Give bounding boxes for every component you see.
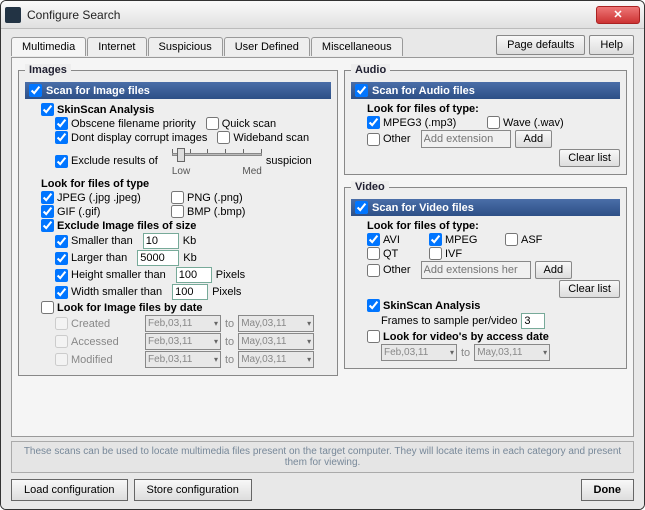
larger-input[interactable] xyxy=(137,250,179,266)
qt-checkbox[interactable] xyxy=(367,247,380,260)
scan-images-checkbox[interactable] xyxy=(29,84,42,97)
png-checkbox[interactable] xyxy=(171,191,184,204)
suspicion-slider[interactable] xyxy=(172,145,262,165)
help-button[interactable]: Help xyxy=(589,35,634,55)
button-row: Load configuration Store configuration D… xyxy=(11,479,634,501)
exclude-results-checkbox[interactable] xyxy=(55,155,68,168)
video-legend: Video xyxy=(351,181,389,193)
video-date-to[interactable]: May,03,11 xyxy=(474,344,550,361)
tab-suspicious[interactable]: Suspicious xyxy=(148,37,223,56)
look-type-label: Look for files of type xyxy=(41,178,331,190)
wave-checkbox[interactable] xyxy=(487,116,500,129)
width-checkbox[interactable] xyxy=(55,286,68,299)
video-by-date-checkbox[interactable] xyxy=(367,330,380,343)
video-skinscan-checkbox[interactable] xyxy=(367,299,380,312)
smaller-input[interactable] xyxy=(143,233,179,249)
frames-input[interactable] xyxy=(521,313,545,329)
tab-row: Multimedia Internet Suspicious User Defi… xyxy=(11,35,634,55)
load-config-button[interactable]: Load configuration xyxy=(11,479,128,501)
quick-checkbox[interactable] xyxy=(206,117,219,130)
titlebar: Configure Search ✕ xyxy=(1,1,644,29)
images-group: Images Scan for Image files SkinScan Ana… xyxy=(18,64,338,376)
audio-other-checkbox[interactable] xyxy=(367,133,380,146)
audio-ext-input[interactable] xyxy=(421,130,511,148)
images-legend: Images xyxy=(25,64,71,76)
video-other-checkbox[interactable] xyxy=(367,264,380,277)
created-checkbox[interactable] xyxy=(55,317,68,330)
created-to[interactable]: May,03,11 xyxy=(238,315,314,332)
audio-legend: Audio xyxy=(351,64,390,76)
video-clear-button[interactable]: Clear list xyxy=(559,280,620,298)
footer-note: These scans can be used to locate multim… xyxy=(11,441,634,473)
window-title: Configure Search xyxy=(27,8,596,22)
tab-user-defined[interactable]: User Defined xyxy=(224,37,310,56)
video-date-from[interactable]: Feb,03,11 xyxy=(381,344,457,361)
done-button[interactable]: Done xyxy=(581,479,635,501)
gif-checkbox[interactable] xyxy=(41,205,54,218)
jpeg-checkbox[interactable] xyxy=(41,191,54,204)
obscene-checkbox[interactable] xyxy=(55,117,68,130)
asf-checkbox[interactable] xyxy=(505,233,518,246)
audio-clear-button[interactable]: Clear list xyxy=(559,149,620,167)
app-icon xyxy=(5,7,21,23)
video-group: Video Scan for Video files Look for file… xyxy=(344,181,627,369)
scan-images-bar: Scan for Image files xyxy=(25,82,331,99)
audio-add-button[interactable]: Add xyxy=(515,130,553,148)
tab-multimedia[interactable]: Multimedia xyxy=(11,37,86,56)
window: Configure Search ✕ Multimedia Internet S… xyxy=(0,0,645,510)
smaller-checkbox[interactable] xyxy=(55,235,68,248)
wideband-checkbox[interactable] xyxy=(217,131,230,144)
modified-checkbox[interactable] xyxy=(55,353,68,366)
accessed-to[interactable]: May,03,11 xyxy=(238,333,314,350)
exclude-size-checkbox[interactable] xyxy=(41,219,54,232)
corrupt-checkbox[interactable] xyxy=(55,131,68,144)
video-ext-input[interactable] xyxy=(421,261,531,279)
mpeg-checkbox[interactable] xyxy=(429,233,442,246)
skinscan-label: SkinScan Analysis xyxy=(57,104,154,116)
width-input[interactable] xyxy=(172,284,208,300)
audio-group: Audio Scan for Audio files Look for file… xyxy=(344,64,627,175)
tab-internet[interactable]: Internet xyxy=(87,37,146,56)
scan-images-label: Scan for Image files xyxy=(46,85,150,97)
scan-audio-checkbox[interactable] xyxy=(355,84,368,97)
ivf-checkbox[interactable] xyxy=(429,247,442,260)
accessed-from[interactable]: Feb,03,11 xyxy=(145,333,221,350)
created-from[interactable]: Feb,03,11 xyxy=(145,315,221,332)
page-defaults-button[interactable]: Page defaults xyxy=(496,35,585,55)
tab-panel: Images Scan for Image files SkinScan Ana… xyxy=(11,57,634,437)
avi-checkbox[interactable] xyxy=(367,233,380,246)
store-config-button[interactable]: Store configuration xyxy=(134,479,252,501)
modified-from[interactable]: Feb,03,11 xyxy=(145,351,221,368)
modified-to[interactable]: May,03,11 xyxy=(238,351,314,368)
content: Multimedia Internet Suspicious User Defi… xyxy=(1,29,644,509)
accessed-checkbox[interactable] xyxy=(55,335,68,348)
height-checkbox[interactable] xyxy=(55,269,68,282)
video-add-button[interactable]: Add xyxy=(535,261,573,279)
larger-checkbox[interactable] xyxy=(55,252,68,265)
skinscan-checkbox[interactable] xyxy=(41,103,54,116)
tab-miscellaneous[interactable]: Miscellaneous xyxy=(311,37,403,56)
height-input[interactable] xyxy=(176,267,212,283)
close-button[interactable]: ✕ xyxy=(596,6,640,24)
scan-video-checkbox[interactable] xyxy=(355,201,368,214)
bmp-checkbox[interactable] xyxy=(171,205,184,218)
mpeg3-checkbox[interactable] xyxy=(367,116,380,129)
by-date-checkbox[interactable] xyxy=(41,301,54,314)
